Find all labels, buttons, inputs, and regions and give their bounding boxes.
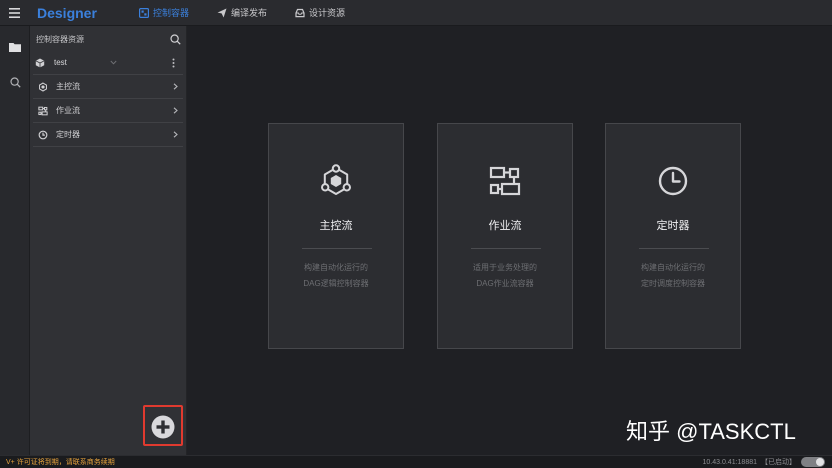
sidebar-title: 控制容器资源 [36, 35, 84, 44]
activity-rail [0, 26, 30, 455]
tab-label: 编译发布 [231, 8, 268, 18]
folder-icon [9, 42, 21, 52]
card-description: 构建自动化运行的 DAG逻辑控制容器 [269, 260, 403, 292]
cube-icon [35, 58, 45, 68]
hexagon-node-icon [269, 164, 403, 198]
flow-icon [438, 164, 572, 198]
search-icon[interactable] [170, 34, 181, 45]
card-job-flow[interactable]: 作业流 适用于业务处理的 DAG作业流容器 [437, 123, 573, 349]
card-description: 构建自动化运行的 定时调度控制容器 [606, 260, 740, 292]
card-description: 适用于业务处理的 DAG作业流容器 [438, 260, 572, 292]
card-description-line: 构建自动化运行的 [641, 263, 705, 272]
rail-item-search[interactable] [0, 68, 30, 96]
tab-compile-publish[interactable]: 编译发布 [217, 7, 267, 19]
card-description-line: DAG作业流容器 [476, 279, 534, 288]
tab-container[interactable]: 控制容器 [139, 7, 189, 19]
tab-label: 控制容器 [153, 8, 190, 18]
sidebar-item-label: 定时器 [56, 130, 80, 139]
add-container-button[interactable] [151, 415, 175, 439]
card-divider [302, 248, 372, 249]
container-icon [139, 8, 149, 18]
toggle-knob [816, 458, 824, 466]
resource-sidebar: 控制容器资源 test 主控流 作业流 定时器 [30, 26, 187, 455]
chevron-right-icon [173, 83, 178, 90]
sidebar-item-main-flow[interactable]: 主控流 [33, 75, 183, 99]
card-title: 定时器 [656, 220, 690, 232]
sidebar-item-job-flow[interactable]: 作业流 [33, 99, 183, 123]
server-address: 10.43.0.41:18881 [702, 459, 758, 466]
sidebar-item-label: 主控流 [56, 82, 80, 91]
chevron-right-icon [173, 107, 178, 114]
hamburger-menu-icon[interactable] [9, 8, 20, 18]
card-main-flow[interactable]: 主控流 构建自动化运行的 DAG逻辑控制容器 [268, 123, 404, 349]
server-info: 10.43.0.41:18881 【已启动】 [703, 458, 797, 467]
card-description-line: 构建自动化运行的 [304, 263, 368, 272]
more-options-icon[interactable] [170, 58, 176, 68]
search-icon [9, 76, 21, 88]
card-timer[interactable]: 定时器 构建自动化运行的 定时调度控制容器 [605, 123, 741, 349]
server-state: 【已启动】 [761, 459, 796, 466]
rail-item-explorer[interactable] [0, 33, 30, 61]
sidebar-item-timer[interactable]: 定时器 [33, 123, 183, 147]
send-icon [217, 8, 227, 18]
status-bar: V+ 许可证将到期，请联系商务续期 10.43.0.41:18881 【已启动】 [0, 455, 832, 468]
chevron-right-icon [173, 131, 178, 138]
card-divider [639, 248, 709, 249]
clock-icon [606, 164, 740, 198]
watermark: 知乎 @TASKCTL [626, 419, 796, 444]
server-toggle[interactable] [801, 457, 825, 467]
card-description-line: 定时调度控制容器 [641, 279, 705, 288]
chevron-down-icon[interactable] [110, 60, 117, 65]
card-title: 作业流 [488, 220, 522, 232]
card-title: 主控流 [319, 220, 353, 232]
app-title: Designer [37, 5, 97, 21]
card-divider [471, 248, 541, 249]
license-notice[interactable]: V+ 许可证将到期，请联系商务续期 [6, 458, 115, 467]
card-description-line: 适用于业务处理的 [473, 263, 537, 272]
clock-icon [38, 130, 48, 140]
hexagon-node-icon [38, 82, 48, 92]
project-name: test [54, 58, 67, 67]
top-bar: Designer 控制容器 编译发布 设计资源 [0, 0, 832, 26]
project-selector[interactable]: test [33, 55, 183, 71]
card-description-line: DAG逻辑控制容器 [303, 279, 369, 288]
sidebar-item-label: 作业流 [56, 106, 80, 115]
tab-design-resources[interactable]: 设计资源 [295, 7, 345, 19]
flow-icon [38, 106, 48, 116]
tab-label: 设计资源 [309, 8, 346, 18]
tray-icon [295, 8, 305, 18]
plus-circle-icon [151, 415, 175, 439]
